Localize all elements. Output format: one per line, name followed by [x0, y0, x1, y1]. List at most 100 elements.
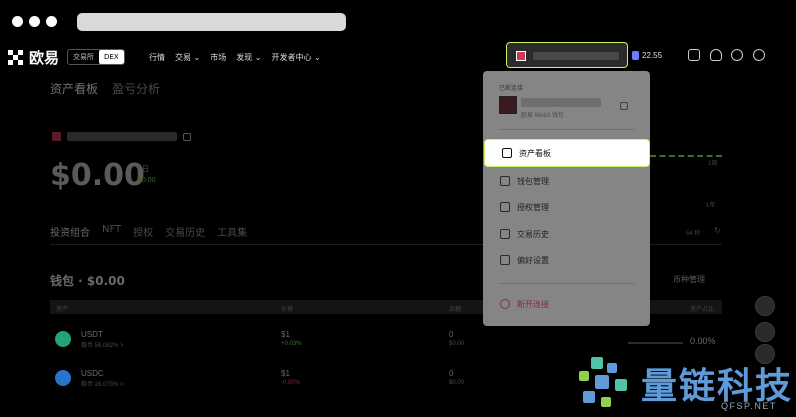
disconnect-icon: [500, 299, 510, 309]
update-note: 54 秒: [686, 231, 701, 237]
wallet-address-blurred: [533, 52, 619, 60]
period-summary: 1日 $0.00: [138, 164, 156, 186]
window-dot-maximize[interactable]: [46, 16, 57, 27]
menu-item-label: 偏好设置: [517, 256, 549, 265]
nav-links: 行情 交易 ⌄ 市场 发现 ⌄ 开发者中心 ⌄: [149, 52, 321, 63]
watermark: 量链科技 QFSP.NET: [573, 355, 796, 417]
wallet-connect-button[interactable]: [506, 42, 628, 68]
menu-item-label: 资产看板: [519, 149, 551, 158]
wallet-avatar: [516, 51, 526, 61]
refresh-icon[interactable]: ↻: [714, 226, 721, 235]
share-bar: [628, 342, 683, 344]
total-asset-value: $0.00: [50, 158, 145, 193]
token-sub: 稳币 56.082% >: [81, 343, 124, 349]
subtab-tools[interactable]: 工具集: [217, 224, 247, 239]
bell-icon[interactable]: [710, 49, 722, 61]
token-price: $1: [281, 369, 290, 378]
account-row: [52, 132, 191, 141]
segment-exchange[interactable]: 交易所: [68, 50, 99, 64]
token-management-button[interactable]: 币种管理: [673, 274, 705, 285]
col-balance: 余额: [449, 307, 462, 313]
page-tabs: 资产看板 盈亏分析: [50, 80, 160, 97]
usdc-icon: [55, 370, 71, 386]
chart-label-week[interactable]: 1周: [708, 158, 717, 167]
token-value: $0.00: [449, 341, 465, 347]
menu-item-history[interactable]: 交易历史: [483, 221, 650, 247]
translate-icon[interactable]: [755, 296, 775, 316]
okx-logo[interactable]: 欧易: [8, 47, 59, 68]
dropdown-header: 已断连接: [499, 86, 524, 92]
segment-dex[interactable]: DEX: [99, 50, 124, 64]
token-qty: 0: [449, 330, 454, 339]
nav-market[interactable]: 行情: [149, 52, 165, 63]
support-icon[interactable]: [755, 322, 775, 342]
portfolio-subtabs: 投资组合 NFT 授权 交易历史 工具集: [50, 224, 247, 239]
account-avatar: [52, 132, 61, 141]
wallet-section-title: 钱包 · $0.00: [50, 274, 125, 288]
token-value: $0.00: [449, 380, 465, 386]
usdt-icon: [55, 331, 71, 347]
token-price: $1: [281, 330, 290, 339]
token-change: +0.03%: [281, 341, 302, 347]
chart-label-year[interactable]: 1年: [706, 200, 715, 209]
window-chrome: [0, 0, 796, 44]
authorize-icon: [500, 202, 510, 212]
watermark-sub: QFSP.NET: [721, 401, 777, 411]
dropdown-divider: [499, 129, 635, 130]
nav-marketplace[interactable]: 市场: [210, 52, 226, 63]
wallet-icon: [500, 176, 510, 186]
exchange-dex-toggle[interactable]: 交易所 DEX: [67, 49, 125, 65]
col-price: 价格: [281, 307, 294, 313]
tab-pnl-analysis[interactable]: 盈亏分析: [112, 80, 160, 97]
network-icon: [632, 51, 639, 60]
copy-icon[interactable]: [620, 102, 628, 110]
menu-item-wallet-management[interactable]: 钱包管理: [483, 168, 650, 194]
dropdown-address-blurred: [521, 98, 601, 107]
balance-chip[interactable]: 22.55: [632, 51, 662, 60]
menu-item-authorization[interactable]: 授权管理: [483, 194, 650, 220]
globe-icon[interactable]: [753, 49, 765, 61]
nav-developer[interactable]: 开发者中心 ⌄: [272, 52, 321, 63]
dropdown-address-sub: 欧易 Web3 钱包: [521, 113, 564, 119]
top-nav: 欧易 交易所 DEX 行情 交易 ⌄ 市场 发现 ⌄ 开发者中心 ⌄: [0, 44, 796, 72]
tab-assets-board[interactable]: 资产看板: [50, 80, 98, 97]
token-sub: 稳币 28.073% >: [81, 382, 124, 388]
dropdown-avatar: [499, 96, 517, 114]
subtab-nft[interactable]: NFT: [102, 224, 121, 239]
subtab-approvals[interactable]: 授权: [133, 224, 153, 239]
token-qty: 0: [449, 369, 454, 378]
balance-value: 22.55: [642, 51, 663, 60]
account-address-blurred: [67, 132, 177, 141]
disconnect-button[interactable]: 断开连接: [483, 291, 650, 317]
col-share: 资产占比: [690, 307, 715, 313]
menu-item-label: 交易历史: [517, 230, 549, 239]
menu-item-label: 断开连接: [517, 300, 549, 309]
okx-logo-icon: [8, 49, 24, 66]
download-icon[interactable]: [688, 49, 700, 61]
nav-trade[interactable]: 交易 ⌄: [175, 52, 200, 63]
share-pct: 0.00%: [690, 336, 716, 346]
address-bar[interactable]: [77, 13, 346, 31]
logo-text: 欧易: [29, 49, 60, 67]
subtab-portfolio[interactable]: 投资组合: [50, 224, 90, 239]
window-dot-minimize[interactable]: [29, 16, 40, 27]
menu-item-assets-board[interactable]: 资产看板: [484, 139, 650, 167]
chart-icon: [502, 148, 512, 158]
window-dot-close[interactable]: [12, 16, 23, 27]
history-icon: [500, 229, 510, 239]
help-icon[interactable]: [731, 49, 743, 61]
settings-icon: [500, 255, 510, 265]
menu-item-label: 授权管理: [517, 203, 549, 212]
period-label: 1日: [138, 166, 149, 173]
col-asset: 资产: [56, 307, 69, 313]
copy-icon[interactable]: [183, 132, 191, 141]
token-symbol: USDC: [81, 369, 104, 378]
menu-item-preferences[interactable]: 偏好设置: [483, 247, 650, 273]
token-change: -0.00%: [281, 380, 301, 386]
dropdown-divider: [499, 283, 635, 284]
period-change: $0.00: [138, 177, 156, 184]
table-row[interactable]: USDT 稳币 56.082% > $1 +0.03% 0 $0.00: [50, 326, 722, 354]
token-symbol: USDT: [81, 330, 103, 339]
nav-discover[interactable]: 发现 ⌄: [236, 52, 261, 63]
subtab-history[interactable]: 交易历史: [165, 224, 205, 239]
